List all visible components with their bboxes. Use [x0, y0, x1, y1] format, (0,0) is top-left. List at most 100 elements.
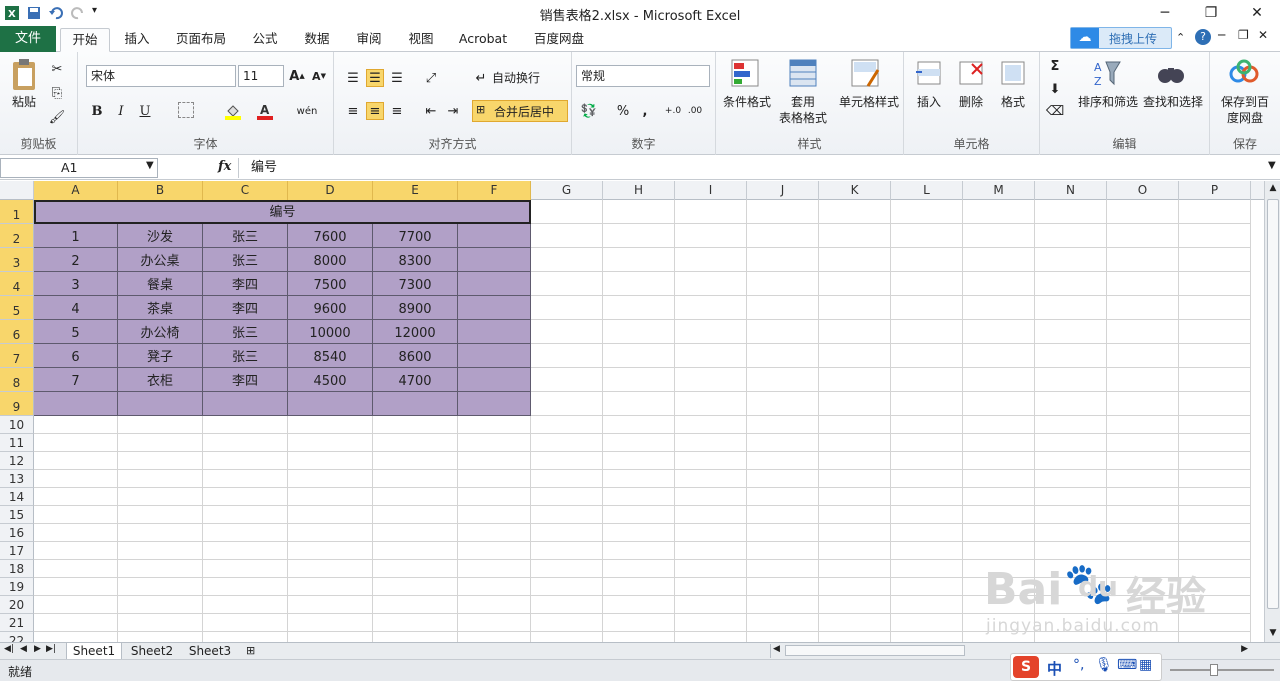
- cell[interactable]: [373, 488, 458, 506]
- underline-button[interactable]: U: [136, 102, 154, 120]
- cell[interactable]: [963, 470, 1035, 488]
- bold-button[interactable]: B: [88, 102, 106, 120]
- cell[interactable]: [1107, 248, 1179, 272]
- cell[interactable]: [531, 470, 603, 488]
- cell[interactable]: [891, 344, 963, 368]
- workbook-restore-icon[interactable]: ❐: [1238, 28, 1249, 42]
- cell[interactable]: [203, 488, 288, 506]
- cell[interactable]: [747, 248, 819, 272]
- cell[interactable]: [531, 416, 603, 434]
- zoom-slider[interactable]: [1170, 664, 1274, 676]
- cell[interactable]: [747, 632, 819, 642]
- cell[interactable]: [1035, 368, 1107, 392]
- sheet-tab-3[interactable]: Sheet3: [182, 643, 238, 660]
- column-header-l[interactable]: L: [891, 181, 963, 200]
- column-header-h[interactable]: H: [603, 181, 675, 200]
- formula-input[interactable]: 编号: [238, 158, 1266, 178]
- table-cell[interactable]: 8900: [373, 296, 458, 320]
- column-header-e[interactable]: E: [373, 181, 458, 200]
- tab-view[interactable]: 视图: [400, 28, 442, 52]
- cell[interactable]: [1035, 224, 1107, 248]
- row-header-21[interactable]: 21: [0, 614, 34, 632]
- cell[interactable]: [1035, 248, 1107, 272]
- cell[interactable]: [891, 488, 963, 506]
- row-header-19[interactable]: 19: [0, 578, 34, 596]
- save-baidu-label-1[interactable]: 保存到百: [1212, 94, 1278, 110]
- cell[interactable]: [531, 452, 603, 470]
- table-cell[interactable]: 凳子: [118, 344, 203, 368]
- cell[interactable]: [675, 224, 747, 248]
- cell[interactable]: [118, 614, 203, 632]
- cell[interactable]: [1107, 344, 1179, 368]
- cell[interactable]: [603, 488, 675, 506]
- cell[interactable]: [373, 596, 458, 614]
- cell[interactable]: [603, 560, 675, 578]
- ime-toolbar[interactable]: S 中 °, 🎙 ⌨ ▦: [1010, 653, 1162, 681]
- row-header-12[interactable]: 12: [0, 452, 34, 470]
- cell[interactable]: [819, 632, 891, 642]
- cell[interactable]: [963, 392, 1035, 416]
- cell[interactable]: [675, 392, 747, 416]
- minimize-button[interactable]: ─: [1142, 0, 1188, 26]
- cell[interactable]: [891, 392, 963, 416]
- format-painter-icon[interactable]: 🖌: [48, 108, 66, 126]
- cell[interactable]: [963, 434, 1035, 452]
- cell[interactable]: [963, 296, 1035, 320]
- sort-filter-icon[interactable]: AZ: [1092, 58, 1122, 91]
- table-cell[interactable]: 1: [34, 224, 118, 248]
- row-header-9[interactable]: 9: [0, 392, 34, 416]
- align-center-icon[interactable]: ≡: [366, 102, 384, 120]
- cell[interactable]: [34, 470, 118, 488]
- clear-icon[interactable]: ⌫: [1046, 102, 1064, 120]
- sheet-tab-1[interactable]: Sheet1: [66, 643, 122, 660]
- row-header-1[interactable]: 1: [0, 200, 34, 224]
- cell[interactable]: [675, 272, 747, 296]
- cell[interactable]: [891, 470, 963, 488]
- select-all-corner[interactable]: [0, 181, 34, 200]
- cell[interactable]: [891, 224, 963, 248]
- cell[interactable]: [1179, 452, 1251, 470]
- tab-page-layout[interactable]: 页面布局: [168, 28, 234, 52]
- cell[interactable]: [747, 452, 819, 470]
- table-cell[interactable]: 6: [34, 344, 118, 368]
- cell[interactable]: [963, 344, 1035, 368]
- cell[interactable]: [458, 524, 531, 542]
- cell[interactable]: [603, 434, 675, 452]
- cell[interactable]: [1035, 452, 1107, 470]
- cell[interactable]: [1179, 344, 1251, 368]
- table-cell[interactable]: [288, 392, 373, 416]
- cell[interactable]: [1035, 344, 1107, 368]
- cell[interactable]: [603, 470, 675, 488]
- delete-cells-button[interactable]: 删除: [954, 94, 988, 110]
- table-cell[interactable]: 7300: [373, 272, 458, 296]
- cell[interactable]: [34, 542, 118, 560]
- comma-button[interactable]: ,: [636, 102, 654, 120]
- cell[interactable]: [373, 560, 458, 578]
- cell[interactable]: [747, 416, 819, 434]
- column-header-o[interactable]: O: [1107, 181, 1179, 200]
- scroll-down-arrow[interactable]: ▼: [1267, 628, 1279, 640]
- cell[interactable]: [747, 614, 819, 632]
- cell[interactable]: [963, 248, 1035, 272]
- cell[interactable]: [1035, 470, 1107, 488]
- cell[interactable]: [118, 488, 203, 506]
- cell[interactable]: [675, 296, 747, 320]
- delete-cells-icon[interactable]: [956, 58, 986, 91]
- bottom-align-icon[interactable]: ☰: [388, 69, 406, 87]
- last-sheet-icon[interactable]: ▶|: [46, 644, 56, 654]
- table-cell[interactable]: 办公桌: [118, 248, 203, 272]
- cell[interactable]: [373, 524, 458, 542]
- cell[interactable]: [373, 632, 458, 642]
- row-header-15[interactable]: 15: [0, 506, 34, 524]
- paste-button[interactable]: 粘贴: [6, 94, 42, 110]
- cell[interactable]: [1035, 272, 1107, 296]
- row-header-2[interactable]: 2: [0, 224, 34, 248]
- cell[interactable]: [747, 596, 819, 614]
- cell[interactable]: [531, 542, 603, 560]
- ime-chinese-mode[interactable]: 中: [1047, 658, 1062, 679]
- cell[interactable]: [675, 560, 747, 578]
- cell[interactable]: [603, 392, 675, 416]
- column-header-p[interactable]: P: [1179, 181, 1251, 200]
- ime-menu-icon[interactable]: ▦: [1139, 657, 1152, 673]
- cell[interactable]: [531, 200, 603, 224]
